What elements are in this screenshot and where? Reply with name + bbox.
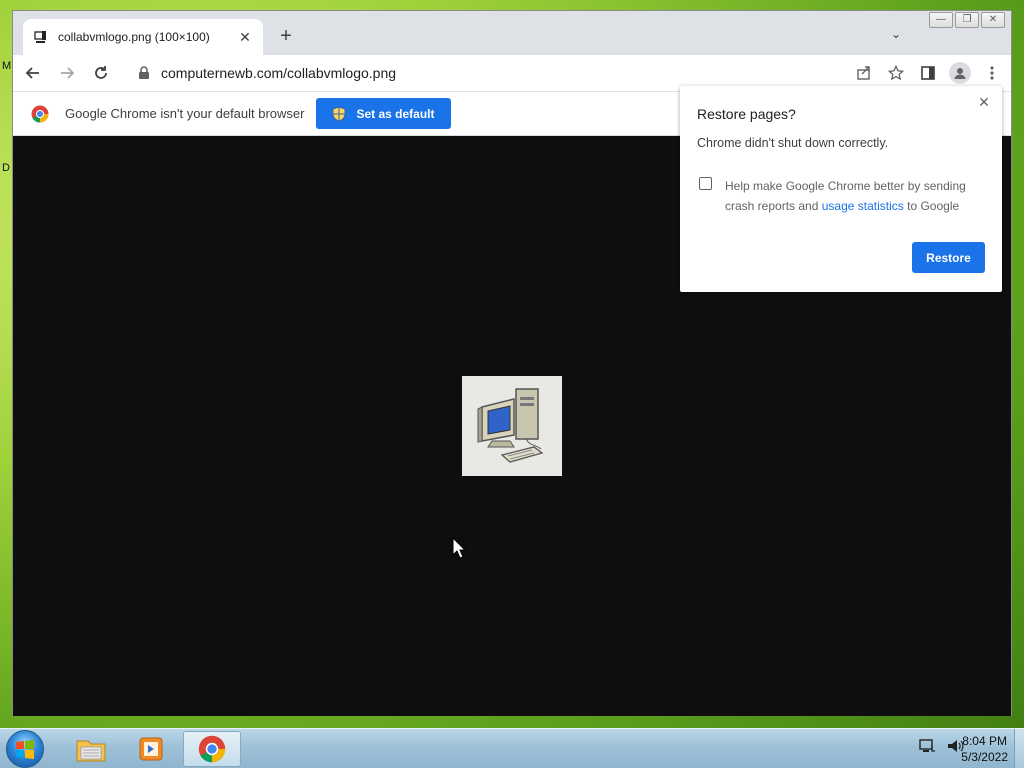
lock-icon[interactable] bbox=[137, 66, 151, 80]
folder-icon bbox=[76, 740, 106, 762]
tab-title: collabvmlogo.png (100×100) bbox=[58, 30, 210, 44]
taskbar-explorer[interactable] bbox=[62, 731, 120, 767]
mouse-cursor-icon bbox=[452, 537, 466, 559]
chrome-logo-icon bbox=[31, 105, 49, 123]
dialog-title: Restore pages? bbox=[697, 106, 796, 122]
windows-logo-icon bbox=[16, 740, 34, 759]
collabvm-logo-image bbox=[462, 376, 562, 476]
address-bar[interactable]: computernewb.com/collabvmlogo.png bbox=[125, 59, 875, 87]
star-icon bbox=[888, 65, 904, 81]
crash-reports-checkbox[interactable] bbox=[699, 177, 712, 190]
avatar-icon bbox=[949, 62, 971, 84]
reload-button[interactable] bbox=[87, 59, 115, 87]
share-button[interactable] bbox=[851, 59, 877, 87]
new-tab-button[interactable]: + bbox=[275, 25, 297, 47]
taskbar-chrome[interactable] bbox=[183, 731, 241, 767]
show-desktop-button[interactable] bbox=[1014, 729, 1024, 768]
back-arrow-icon bbox=[25, 67, 39, 79]
restore-pages-dialog: Restore pages? ✕ Chrome didn't shut down… bbox=[680, 86, 1002, 292]
media-player-icon bbox=[139, 737, 163, 761]
clock-date: 5/3/2022 bbox=[961, 750, 1008, 764]
tab-close-icon[interactable]: ✕ bbox=[237, 29, 253, 46]
tab-strip: collabvmlogo.png (100×100) ✕ + ⌄ bbox=[13, 11, 1011, 55]
start-button[interactable] bbox=[6, 730, 44, 768]
checkbox-text-part2: to Google bbox=[907, 199, 960, 213]
taskbar: 8:04 PM 5/3/2022 bbox=[0, 728, 1024, 768]
computer-favicon-icon bbox=[33, 29, 49, 45]
network-icon[interactable] bbox=[918, 737, 936, 755]
infobar-message: Google Chrome isn't your default browser bbox=[65, 106, 305, 121]
toolbar-right-icons bbox=[851, 59, 1005, 87]
side-panel-icon bbox=[921, 66, 935, 80]
kebab-menu-icon bbox=[990, 66, 994, 80]
dialog-close-icon[interactable]: ✕ bbox=[976, 94, 992, 110]
set-as-default-button[interactable]: Set as default bbox=[316, 98, 451, 129]
tab-search-chevron-icon[interactable]: ⌄ bbox=[891, 27, 901, 41]
share-icon bbox=[857, 66, 870, 80]
taskbar-clock[interactable]: 8:04 PM 5/3/2022 bbox=[961, 733, 1008, 765]
chrome-logo-icon bbox=[198, 735, 226, 763]
reload-icon bbox=[95, 66, 107, 79]
forward-arrow-icon bbox=[61, 67, 75, 79]
desktop-label-m: M bbox=[2, 60, 12, 72]
dialog-message: Chrome didn't shut down correctly. bbox=[697, 136, 889, 150]
checkbox-label: Help make Google Chrome better by sendin… bbox=[725, 176, 987, 216]
forward-button[interactable] bbox=[53, 59, 81, 87]
side-panel-button[interactable] bbox=[915, 59, 941, 87]
system-tray bbox=[918, 737, 964, 755]
clock-time: 8:04 PM bbox=[962, 734, 1007, 748]
back-button[interactable] bbox=[19, 59, 47, 87]
set-as-default-label: Set as default bbox=[356, 106, 435, 121]
restore-button[interactable]: Restore bbox=[912, 242, 985, 273]
tab-active[interactable]: collabvmlogo.png (100×100) ✕ bbox=[23, 19, 263, 55]
computer-icon bbox=[477, 388, 544, 463]
menu-button[interactable] bbox=[979, 59, 1005, 87]
desktop-label-d: D bbox=[2, 162, 10, 174]
usage-statistics-link[interactable]: usage statistics bbox=[822, 199, 904, 213]
profile-button[interactable] bbox=[947, 59, 973, 87]
shield-icon bbox=[332, 105, 346, 122]
url-text[interactable]: computernewb.com/collabvmlogo.png bbox=[161, 65, 396, 81]
taskbar-media-player[interactable] bbox=[122, 731, 180, 767]
bookmark-star-button[interactable] bbox=[883, 59, 909, 87]
